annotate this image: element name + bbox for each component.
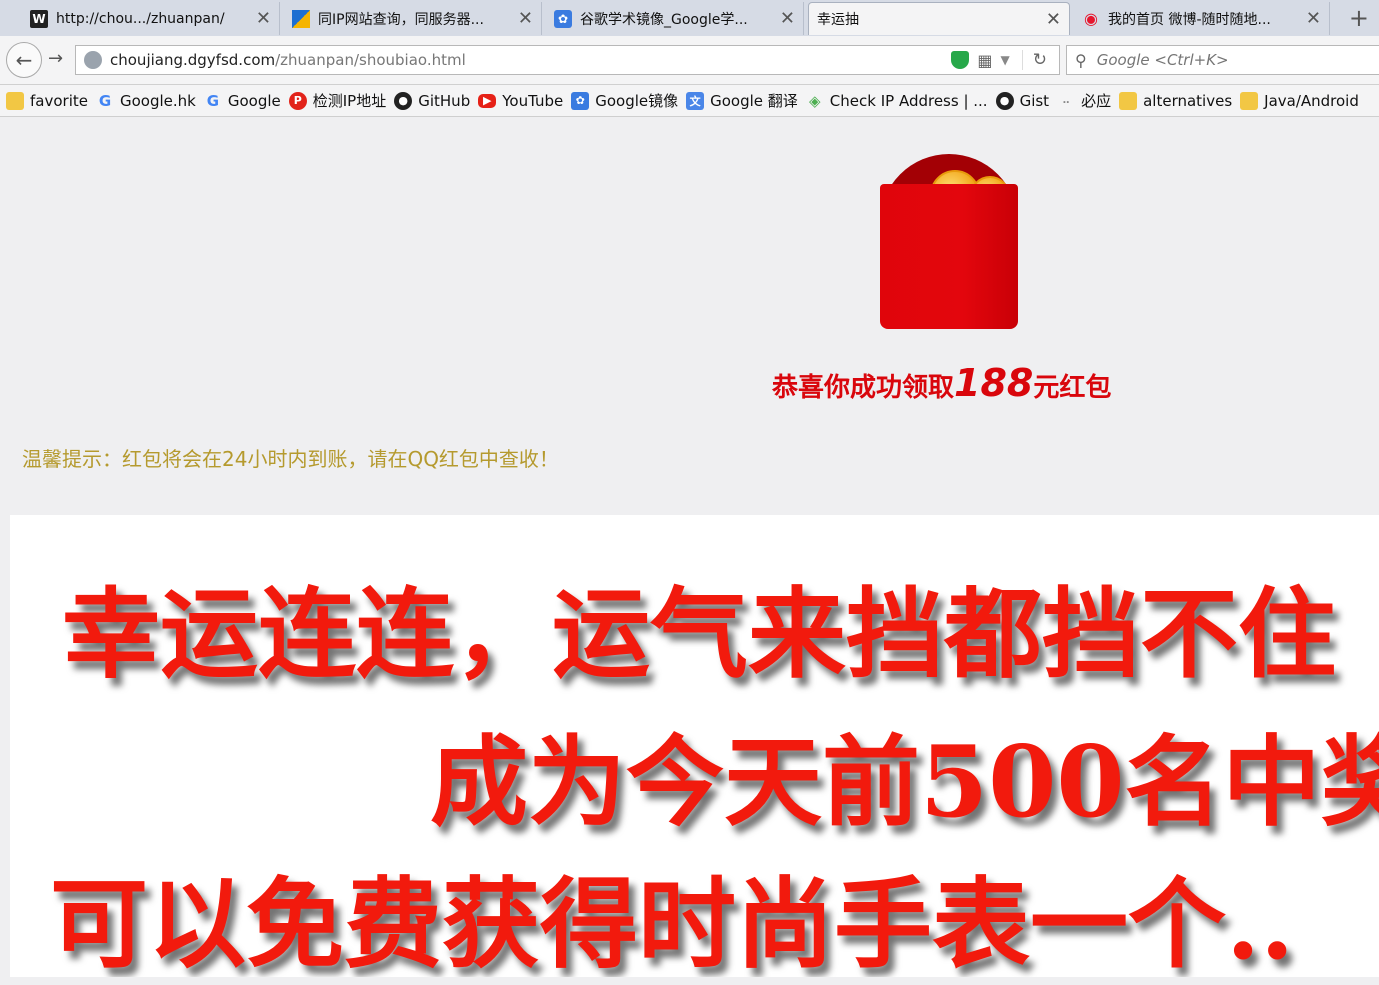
search-input[interactable] (1094, 50, 1349, 70)
p-icon: P (288, 91, 307, 110)
url-path: /zhuanpan/shoubiao.html (275, 51, 466, 69)
url-bar[interactable]: choujiang.dgyfsd.com/zhuanpan/shoubiao.h… (75, 45, 1060, 75)
bookmark-label: alternatives (1143, 91, 1233, 110)
close-icon[interactable]: ✕ (780, 8, 795, 29)
banner-line: 幸运连连，运气来挡都挡不住 (62, 577, 1337, 692)
bookmark-alternatives[interactable]: alternatives (1119, 91, 1233, 110)
bookmark-google[interactable]: G Google (204, 92, 281, 110)
shield-icon[interactable] (951, 51, 970, 69)
dropdown-arrow-icon[interactable]: ▼ (1001, 53, 1010, 67)
github-icon: ● (394, 91, 413, 110)
reload-button[interactable]: ↻ (1021, 50, 1047, 70)
bookmark-label: Google.hk (119, 91, 196, 110)
congrats-prefix: 恭喜你成功领取 (772, 373, 955, 403)
envelope-body (880, 184, 1018, 329)
nav-bar: ← → choujiang.dgyfsd.com/zhuanpan/shoubi… (0, 36, 1379, 85)
bookmark-google-hk[interactable]: G Google.hk (96, 92, 196, 110)
tab-scholar[interactable]: ✿ 谷歌学术镜像_Google学... ✕ (546, 2, 804, 35)
bookmark-label: Google (227, 91, 281, 110)
bookmark-youtube[interactable]: ▶ YouTube (478, 92, 563, 110)
search-bar[interactable]: ⚲ (1066, 45, 1379, 75)
search-icon: ⚲ (1075, 50, 1087, 70)
globe-icon (84, 51, 102, 69)
bookmark-google-translate[interactable]: 文 Google 翻译 (686, 90, 798, 111)
tab-lucky-draw[interactable]: 幸运抽 ✕ (808, 2, 1070, 35)
bookmark-label: favorite (30, 91, 88, 110)
tab-title: 同IP网站查询，同服务器... (318, 11, 484, 28)
back-button[interactable]: ← (6, 42, 42, 78)
url-text[interactable]: choujiang.dgyfsd.com/zhuanpan/shoubiao.h… (110, 51, 951, 69)
bing-icon: ‥ (1062, 95, 1070, 106)
w-icon: W (30, 9, 48, 28)
tab-zhuanpan[interactable]: W http://chou.../zhuanpan/ ✕ (22, 2, 280, 35)
bookmark-label: 检测IP地址 (312, 92, 387, 110)
google-icon: G (206, 91, 219, 110)
folder-icon (1240, 91, 1259, 110)
bookmark-label: Check IP Address | ... (829, 91, 988, 110)
bookmark-label: Java/Android (1264, 91, 1359, 110)
bookmark-check-ip[interactable]: ◈ Check IP Address | ... (806, 92, 988, 110)
prize-amount: 188 (954, 361, 1034, 405)
close-icon[interactable]: ✕ (1046, 9, 1061, 30)
bookmark-label: YouTube (502, 91, 564, 110)
congrats-suffix: 元红包 (1033, 373, 1112, 403)
bookmark-github[interactable]: ● GitHub (394, 91, 471, 110)
url-host: choujiang.dgyfsd.com (110, 51, 276, 69)
congrats-message: 恭喜你成功领取188元红包 (772, 361, 1111, 405)
mirror-icon: ✿ (571, 91, 590, 110)
folder-icon (6, 91, 24, 110)
arrow-left-icon: ← (15, 48, 33, 72)
close-icon[interactable]: ✕ (1306, 8, 1321, 29)
checkip-icon: ◈ (809, 91, 821, 110)
youtube-icon: ▶ (478, 93, 497, 108)
translate-icon: 文 (686, 91, 705, 110)
bookmark-favorite[interactable]: favorite (6, 91, 88, 110)
close-icon[interactable]: ✕ (518, 8, 533, 29)
bookmark-label: Google 翻译 (710, 92, 798, 110)
banner-line: 成为今天前500名中奖 (430, 725, 1379, 840)
bookmark-check-ip-cn[interactable]: P 检测IP地址 (288, 90, 387, 111)
tab-title: http://chou.../zhuanpan/ (56, 10, 225, 27)
bookmark-label: Google镜像 (595, 92, 679, 110)
forward-button[interactable]: → (48, 48, 63, 69)
bookmark-label: GitHub (418, 91, 471, 110)
ip-lookup-icon (292, 9, 310, 28)
tab-title: 幸运抽 (817, 12, 859, 28)
bookmark-java-android[interactable]: Java/Android (1240, 91, 1359, 110)
google-icon: G (98, 91, 112, 110)
bookmark-bing[interactable]: ‥ 必应 (1057, 90, 1111, 111)
reminder-tip: 温馨提示：红包将会在24小时内到账，请在QQ红包中查收！ (22, 447, 559, 471)
folder-icon (1119, 91, 1138, 110)
tab-bar: W http://chou.../zhuanpan/ ✕ 同IP网站查询，同服务… (0, 0, 1379, 36)
bookmarks-bar: favorite G Google.hk G Google P 检测IP地址 ● Git… (0, 85, 1379, 117)
scholar-icon: ✿ (554, 9, 572, 28)
tab-title: 谷歌学术镜像_Google学... (580, 11, 748, 28)
banner-line: 可以免费获得时尚手表一个.. (50, 867, 1295, 977)
weibo-icon: ◉ (1084, 9, 1098, 28)
tab-title: 我的首页 微博-随时随地... (1108, 11, 1271, 28)
tab-weibo[interactable]: ◉ 我的首页 微博-随时随地... ✕ (1074, 2, 1330, 35)
bookmark-label: 必应 (1081, 92, 1112, 110)
bookmark-label: Gist (1019, 91, 1050, 110)
bookmark-gist[interactable]: ● Gist (995, 91, 1050, 110)
tab-ip-lookup[interactable]: 同IP网站查询，同服务器... ✕ (284, 2, 542, 35)
bookmark-google-mirror[interactable]: ✿ Google镜像 (571, 90, 678, 111)
close-icon[interactable]: ✕ (256, 8, 271, 29)
promo-banner: 幸运连连，运气来挡都挡不住 成为今天前500名中奖 可以免费获得时尚手表一个.. (10, 515, 1379, 977)
red-envelope-image: ¥ ¥ ¥ (880, 154, 1018, 329)
qr-code-icon[interactable]: ▦ (977, 51, 992, 70)
arrow-right-icon: → (48, 48, 64, 69)
new-tab-button[interactable]: + (1349, 4, 1369, 32)
github-icon: ● (995, 91, 1014, 110)
page-content: ¥ ¥ ¥ 恭喜你成功领取188元红包 温馨提示：红包将会在24小时内到账，请在… (0, 117, 1379, 985)
